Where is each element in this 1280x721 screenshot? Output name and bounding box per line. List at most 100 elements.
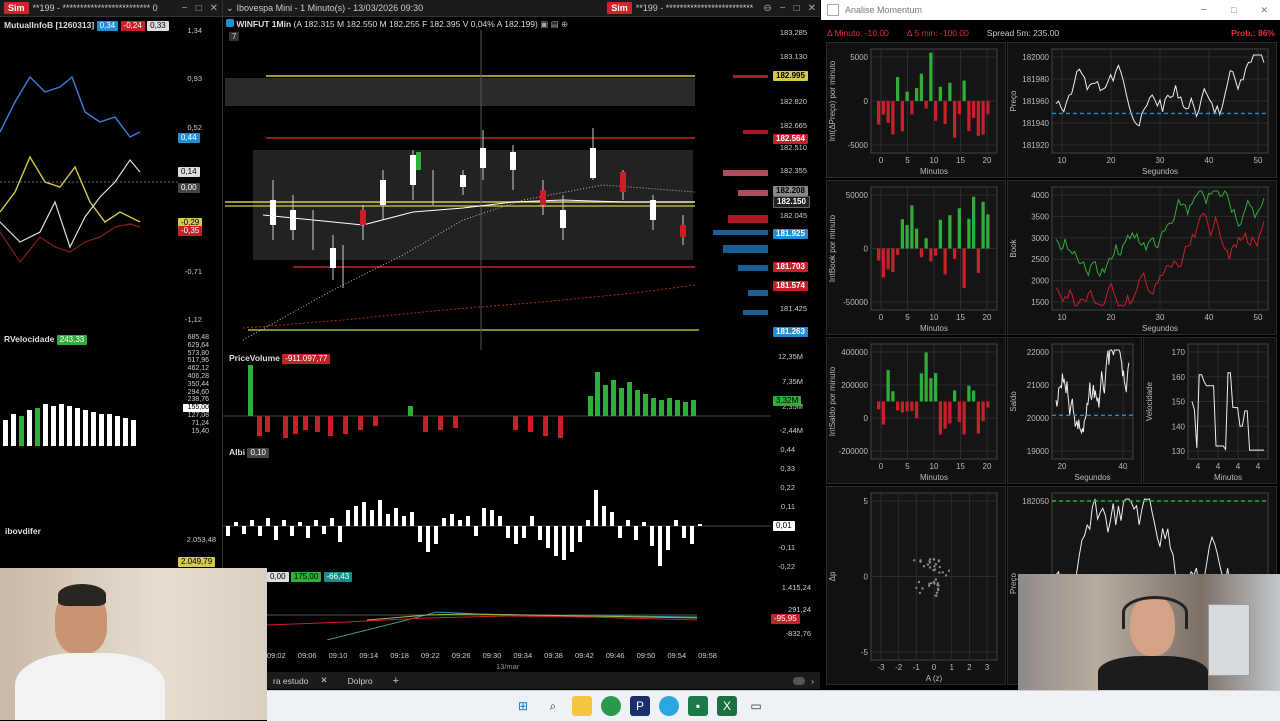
- momentum-stats: Δ Minuto: -10.00 Δ 5 min: -100.00 Spread…: [827, 28, 1275, 38]
- main-restore-icon[interactable]: ⊖: [759, 3, 775, 14]
- main-minimize-icon[interactable]: −: [776, 3, 790, 14]
- main-close-icon[interactable]: ✕: [804, 3, 820, 14]
- price-axis-2: 182.820: [779, 97, 807, 106]
- scatter-point: [936, 587, 940, 590]
- bar-mark: [938, 219, 942, 249]
- x-tick-label: 10: [1058, 156, 1067, 165]
- tab-close-icon[interactable]: ✕: [314, 675, 333, 686]
- momentum-maximize-icon[interactable]: □: [1219, 5, 1248, 15]
- x-tick-label: 15: [956, 156, 965, 165]
- x-tick-label: 3: [985, 663, 990, 672]
- main-sim-badge: Sim: [607, 2, 632, 14]
- x-tick-label: 30: [1156, 313, 1165, 322]
- x-tick-label: 2: [967, 663, 972, 672]
- scroll-handle[interactable]: [793, 676, 806, 685]
- bar-mark: [972, 101, 976, 118]
- chart-symbol[interactable]: WINFUT 1Min: [236, 19, 291, 29]
- bar-mark: [881, 248, 885, 278]
- price-tag-2: 182.208: [773, 186, 808, 196]
- bar-mark: [900, 401, 904, 413]
- scatter-point: [934, 563, 938, 566]
- scatter-point: [932, 558, 935, 561]
- x-axis-label: Minutos: [1214, 473, 1242, 482]
- add-tab-icon[interactable]: +: [387, 675, 405, 687]
- ibov-label: ibovdifer: [5, 526, 41, 536]
- restore-icon[interactable]: □: [192, 3, 206, 14]
- x-tick-label: -3: [877, 663, 885, 672]
- bar-mark: [915, 88, 919, 101]
- bar-mark: [957, 208, 961, 249]
- main-maximize-icon[interactable]: □: [790, 3, 804, 14]
- bar-mark: [962, 248, 966, 288]
- price-chart: [225, 30, 768, 350]
- plot-int-delta-preco: 5000 0 -5000 0 5 10 15 20 Minutos Int(ΔPreço) por…: [826, 42, 1006, 178]
- y-tick-label: -200000: [839, 447, 869, 456]
- search-icon[interactable]: ⌕: [543, 696, 563, 716]
- y-axis-label: Preço: [1009, 573, 1018, 594]
- scatter-point: [918, 591, 922, 595]
- x-tick-label: 15: [956, 313, 965, 322]
- scatter-point: [935, 591, 939, 594]
- y-tick-label: 3500: [1031, 212, 1049, 221]
- bar-mark: [938, 86, 942, 101]
- bar-mark: [986, 101, 990, 115]
- y-tick-label: -50000: [843, 298, 868, 307]
- app-icon-green[interactable]: ▪: [688, 696, 708, 716]
- windows-start-icon[interactable]: ⊞: [513, 696, 533, 716]
- tab-estudo[interactable]: ra estudo: [267, 676, 314, 686]
- shelf-items: [1208, 604, 1250, 676]
- headset-icon: [1122, 596, 1188, 629]
- y-tick-label: 0: [864, 245, 869, 254]
- chevron-down-icon[interactable]: ⌄: [226, 3, 234, 14]
- price-tag-4: 181.925: [773, 229, 808, 239]
- vel-axis-7: 294,60: [187, 388, 209, 396]
- vol-axis-1: 7,35M: [782, 377, 803, 386]
- window-icon[interactable]: ▭: [746, 696, 766, 716]
- close-icon[interactable]: ✕: [206, 3, 222, 14]
- price-tag-6: 181.574: [773, 281, 808, 291]
- left-axis-tag-white: 0,14: [178, 167, 200, 177]
- ibov-axis-tag: 2.049,79: [178, 557, 216, 567]
- left-axis-7: -0,71: [184, 267, 202, 276]
- bar-mark: [976, 401, 980, 434]
- y-axis-label: Saldo: [1009, 391, 1018, 412]
- y-tick-label: 19000: [1027, 447, 1050, 456]
- bar-mark: [934, 248, 938, 256]
- x-tick-label: 0: [932, 663, 937, 672]
- chart-tool-icons[interactable]: ▣ ▤ ⊕: [540, 19, 568, 29]
- y-axis-label: Δp: [828, 571, 837, 581]
- bar-mark: [929, 52, 933, 101]
- x-axis-label: Segundos: [1142, 167, 1178, 176]
- x-tick-label: 20: [1107, 156, 1116, 165]
- ibov-axis-0: 2.053,48: [186, 535, 216, 544]
- x-tick-label: 5: [905, 156, 910, 165]
- file-explorer-icon[interactable]: [572, 696, 592, 716]
- tabs-scroll-icon[interactable]: ›: [805, 676, 820, 686]
- excel-icon[interactable]: X: [717, 696, 737, 716]
- y-tick-label: 150: [1172, 398, 1186, 407]
- momentum-minimize-icon[interactable]: −: [1189, 4, 1219, 16]
- bar-mark: [919, 373, 923, 402]
- vel-axis-6: 350,44: [187, 380, 209, 388]
- workspace-tabs: ra estudo ✕ Dolpro + ›: [267, 672, 820, 689]
- presenter-shirt: [1098, 656, 1208, 690]
- y-tick-label: 181940: [1022, 119, 1049, 128]
- y-tick-label: 400000: [841, 348, 868, 357]
- momentum-close-icon[interactable]: ✕: [1248, 5, 1280, 16]
- telegram-icon[interactable]: [659, 696, 679, 716]
- chrome-icon[interactable]: [601, 696, 621, 716]
- x-tick-label: 20: [983, 462, 992, 471]
- y-tick-label: 182000: [1022, 53, 1049, 62]
- tab-dolpro[interactable]: Dolpro: [334, 676, 387, 686]
- price-tag-1: 182.564: [773, 134, 808, 144]
- x-tick-label: 15: [956, 462, 965, 471]
- bar-mark: [915, 228, 919, 249]
- albi-axis-2: 0,22: [780, 483, 795, 492]
- bottom-tag-right: -95,95: [771, 614, 800, 624]
- bar-mark: [924, 238, 928, 249]
- bar-mark: [938, 401, 942, 435]
- price-tag-7: 181.263: [773, 327, 808, 337]
- minimize-icon[interactable]: −: [178, 3, 192, 14]
- bar-mark: [877, 101, 881, 125]
- profit-app-icon[interactable]: P: [630, 696, 650, 716]
